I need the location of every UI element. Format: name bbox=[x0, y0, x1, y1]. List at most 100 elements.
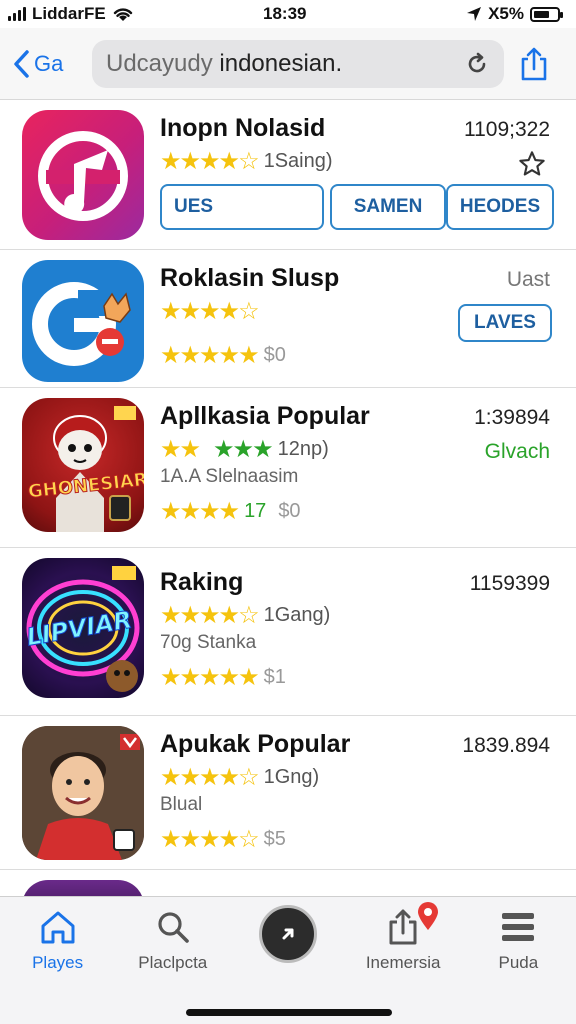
status-bar: LiddarFE 18:39 X5% bbox=[0, 0, 576, 28]
star-rating-icon: ★★★★☆ bbox=[160, 297, 260, 325]
app-icon[interactable] bbox=[22, 260, 144, 382]
home-indicator[interactable] bbox=[186, 1009, 392, 1016]
home-icon bbox=[39, 907, 77, 947]
download-count: 1839.894 bbox=[462, 734, 550, 757]
portrait-icon bbox=[22, 726, 144, 860]
list-item[interactable]: Roklasin Slusp Uast ★★★★☆ LAVES ★★★★★ $0 bbox=[0, 250, 576, 388]
tab-inemersia[interactable]: Inemersia bbox=[348, 902, 458, 973]
share-icon bbox=[521, 47, 547, 80]
star-rating-icon: ★★★★☆ bbox=[160, 147, 260, 175]
app-info: Apukak Popular 1839.894 ★★★★☆ 1Gng) Blua… bbox=[144, 726, 558, 859]
star-outline-icon bbox=[519, 151, 545, 176]
app-subtitle: 70g Stanka bbox=[160, 632, 257, 653]
battery-icon bbox=[530, 6, 563, 22]
list-item[interactable]: LIPVIAR Raking 1159399 ★★★★☆ 1Gang) 70g … bbox=[0, 548, 576, 716]
tab-playes[interactable]: Playes bbox=[3, 907, 113, 973]
status-right: X5% bbox=[466, 4, 563, 24]
tab-puda[interactable]: Puda bbox=[463, 907, 573, 973]
tab-placlpcta[interactable]: Placlpcta bbox=[118, 907, 228, 973]
app-icon[interactable]: LIPVIAR bbox=[22, 558, 144, 698]
list-item[interactable]: Apukak Popular 1839.894 ★★★★☆ 1Gng) Blua… bbox=[0, 716, 576, 870]
download-count: 1159399 bbox=[469, 572, 550, 595]
status-left: LiddarFE bbox=[8, 4, 134, 24]
battery-percent: X5% bbox=[488, 4, 524, 23]
download-count: 1:39894 bbox=[474, 406, 550, 429]
app-subtitle: Blual bbox=[160, 794, 203, 815]
svg-text:LIPVIAR: LIPVIAR bbox=[24, 605, 134, 651]
app-info: Inopn Nolasid 1109;322 ★★★★☆ 1Saing) UES… bbox=[144, 110, 558, 239]
app-icon[interactable]: GHONESIAR bbox=[22, 398, 144, 532]
app-icon[interactable] bbox=[22, 110, 144, 240]
download-count: 1109;322 bbox=[463, 118, 550, 141]
price: $0 bbox=[278, 499, 301, 522]
tab-bar: Playes Placlpcta Inemersia Puda bbox=[0, 896, 576, 1024]
star-rating-icon: ★★★★ bbox=[160, 497, 240, 525]
star-rating-icon: ★★ bbox=[160, 435, 201, 463]
tab-label: Placlpcta bbox=[138, 953, 208, 972]
search-query-prefix: Udcayudy bbox=[106, 49, 213, 77]
segment-ues[interactable]: UES bbox=[160, 184, 324, 230]
price: $1 bbox=[263, 665, 286, 688]
app-info: Apllkasia Popular 1:39894 ★★ ★★★ 12np) G… bbox=[144, 398, 558, 537]
location-arrow-icon bbox=[467, 7, 482, 21]
battery-level bbox=[534, 10, 550, 18]
search-icon bbox=[156, 907, 190, 947]
star-rating-icon: ★★★★☆ bbox=[160, 601, 260, 629]
favorite-button[interactable] bbox=[518, 150, 546, 183]
rating-line: ★★★★☆ 1Saing) bbox=[160, 146, 558, 176]
wifi-icon bbox=[113, 8, 132, 21]
price: $0 bbox=[263, 343, 286, 366]
music-note-logo-icon bbox=[38, 131, 128, 221]
tab-label: Playes bbox=[32, 953, 84, 972]
search-query: Udcayudy indonesian. bbox=[106, 50, 464, 78]
character-logo-icon: GHONESIAR bbox=[27, 406, 144, 532]
price: $5 bbox=[263, 827, 286, 850]
search-field[interactable]: Udcayudy indonesian. bbox=[92, 39, 504, 88]
laves-button[interactable]: LAVES bbox=[458, 304, 552, 342]
tab-center[interactable] bbox=[233, 905, 343, 973]
rating-line: ★★★★☆ 1Gng) bbox=[160, 762, 558, 792]
segment-label: HEODES bbox=[459, 196, 541, 217]
rating-line: ★★★★☆ 1Gang) bbox=[160, 600, 558, 630]
carrier-label: LiddarFE bbox=[32, 4, 106, 23]
segmented-buttons: UES SAMEN HEODES bbox=[160, 184, 558, 230]
segment-label: UES bbox=[174, 196, 214, 217]
back-button[interactable]: Ga bbox=[12, 49, 92, 79]
play-button-icon bbox=[258, 905, 317, 963]
segment-samen[interactable]: SAMEN bbox=[330, 184, 446, 230]
segment-heodes[interactable]: HEODES bbox=[446, 184, 554, 230]
neon-logo-icon: LIPVIAR bbox=[24, 566, 140, 692]
green-star-rating-icon: ★★★ bbox=[213, 435, 274, 463]
rating-score: 17 bbox=[244, 499, 267, 522]
rating-text: 1Gng) bbox=[263, 765, 320, 788]
app-info: Roklasin Slusp Uast ★★★★☆ LAVES ★★★★★ $0 bbox=[144, 260, 558, 377]
list-item[interactable]: GHONESIAR Apllkasia Popular 1:39894 ★★ ★… bbox=[0, 388, 576, 548]
app-list: Inopn Nolasid 1109;322 ★★★★☆ 1Saing) UES… bbox=[0, 100, 576, 910]
action-label: LAVES bbox=[474, 312, 536, 333]
list-item[interactable]: Inopn Nolasid 1109;322 ★★★★☆ 1Saing) UES… bbox=[0, 100, 576, 250]
rating-text: 1Gang) bbox=[263, 603, 331, 626]
star-rating-icon: ★★★★★ bbox=[160, 663, 260, 691]
menu-icon bbox=[500, 907, 536, 947]
search-query-main: indonesian. bbox=[212, 49, 343, 77]
tabs: Playes Placlpcta Inemersia Puda bbox=[0, 897, 576, 973]
rating-line-2: ★★★★☆ $5 bbox=[160, 824, 558, 854]
star-rating-icon: ★★★★☆ bbox=[160, 763, 260, 791]
star-rating-icon: ★★★★★ bbox=[160, 341, 260, 369]
app-status: Glvach bbox=[484, 440, 550, 463]
share-icon bbox=[387, 907, 419, 947]
back-label: Ga bbox=[34, 50, 64, 76]
app-info: Raking 1159399 ★★★★☆ 1Gang) 70g Stanka ★… bbox=[144, 558, 558, 705]
nav-bar: Ga Udcayudy indonesian. bbox=[0, 28, 576, 100]
tab-label: Inemersia bbox=[365, 953, 441, 972]
share-button[interactable] bbox=[504, 47, 564, 81]
app-subtitle: 1A.A Slelnaasim bbox=[160, 466, 299, 487]
tab-label: Puda bbox=[498, 953, 539, 972]
refresh-icon[interactable] bbox=[464, 51, 490, 77]
chevron-left-icon bbox=[14, 49, 29, 78]
g-logo-icon bbox=[32, 282, 131, 366]
app-icon[interactable] bbox=[22, 726, 144, 860]
rating-text: 1Saing) bbox=[263, 149, 333, 172]
signal-icon bbox=[8, 7, 26, 21]
rating-line-2: ★★★★ 17 $0 bbox=[160, 496, 558, 526]
